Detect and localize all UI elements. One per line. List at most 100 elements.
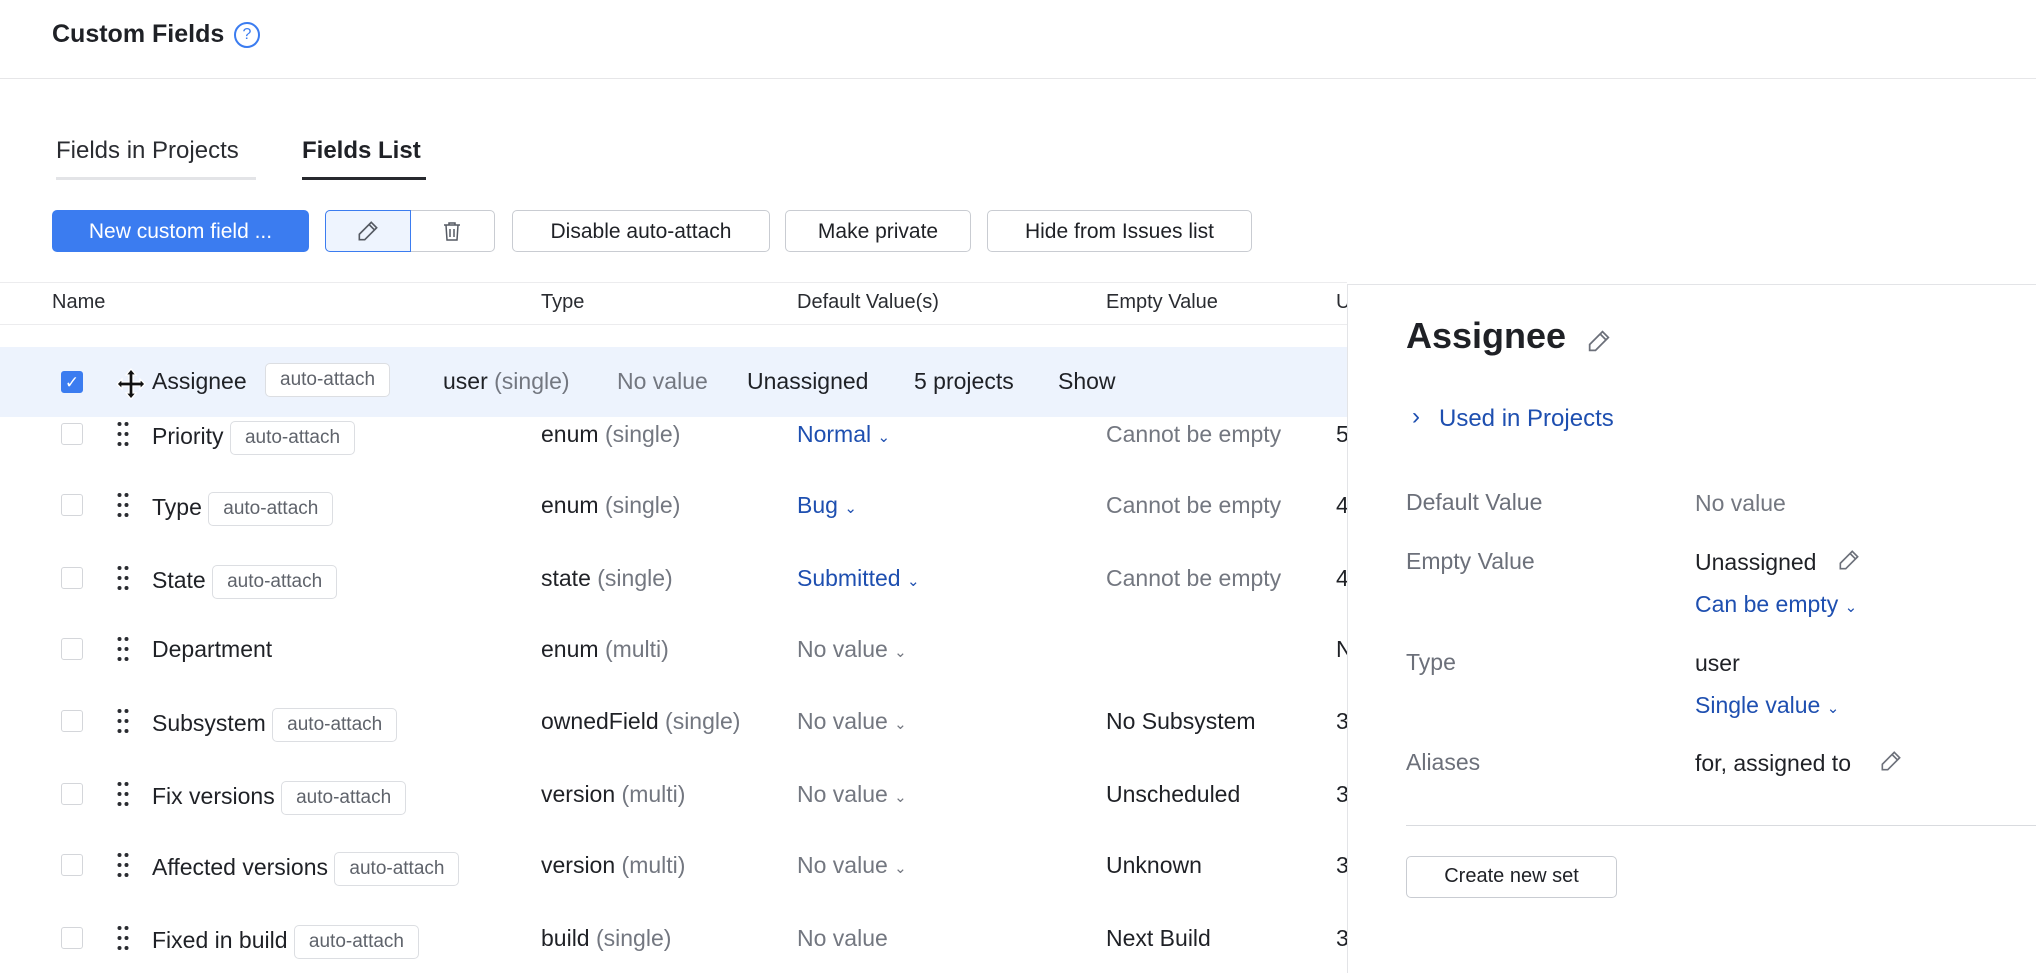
default-value-dropdown[interactable]: No value ⌄ xyxy=(797,636,907,663)
field-name: State xyxy=(152,567,206,593)
drag-handle-icon[interactable] xyxy=(117,852,129,878)
drag-handle-icon[interactable] xyxy=(117,708,129,734)
default-value-dropdown[interactable]: Normal ⌄ xyxy=(797,421,890,448)
default-value-dropdown[interactable]: No value ⌄ xyxy=(797,708,907,735)
type-label: Type xyxy=(1406,649,1456,676)
used-in-projects: 5 projects xyxy=(914,368,1014,395)
column-header-type[interactable]: Type xyxy=(541,291,584,314)
drag-handle-icon[interactable] xyxy=(117,421,129,447)
row-checkbox[interactable] xyxy=(61,567,83,589)
chevron-down-icon: ⌄ xyxy=(907,573,920,590)
disable-auto-attach-button[interactable]: Disable auto-attach xyxy=(512,210,770,252)
row-checkbox[interactable] xyxy=(61,494,83,516)
field-cardinality: (multi) xyxy=(605,636,669,662)
field-name: Affected versions xyxy=(152,854,328,880)
row-checkbox[interactable] xyxy=(61,927,83,949)
default-value[interactable]: No value xyxy=(1695,490,1786,517)
default-value: No value xyxy=(797,708,888,734)
field-name: Assignee xyxy=(152,368,247,395)
delete-button[interactable] xyxy=(411,211,495,251)
dragged-table-row[interactable]: ✓ Assignee auto-attach user (single) No … xyxy=(0,347,1347,417)
table-row[interactable]: Department enum (multi) No value ⌄ N xyxy=(0,632,1347,672)
drag-handle-icon[interactable] xyxy=(117,636,129,662)
field-cardinality: (single) xyxy=(494,368,569,394)
default-value-label: Default Value xyxy=(1406,489,1542,516)
auto-attach-badge: auto-attach xyxy=(272,708,397,742)
field-name: Department xyxy=(152,636,272,662)
trash-icon xyxy=(440,218,464,244)
field-details-panel: Assignee › Used in Projects Default Valu… xyxy=(1347,284,2036,973)
empty-value: Unassigned xyxy=(1695,549,1816,576)
field-cardinality: (single) xyxy=(596,925,671,951)
drag-handle-icon[interactable] xyxy=(117,925,129,951)
row-checkbox[interactable]: ✓ xyxy=(61,371,83,393)
help-icon[interactable]: ? xyxy=(234,22,260,48)
table-row[interactable]: State auto-attach state (single) Submitt… xyxy=(0,561,1347,601)
field-type: build xyxy=(541,925,590,951)
field-type: enum xyxy=(541,492,599,518)
tab-fields-list[interactable]: Fields List xyxy=(302,137,426,180)
chevron-down-icon: ⌄ xyxy=(844,500,857,517)
new-custom-field-button[interactable]: New custom field ... xyxy=(52,210,309,252)
pencil-icon[interactable] xyxy=(1836,547,1862,573)
empty-mode-label: Can be empty xyxy=(1695,591,1838,617)
row-checkbox[interactable] xyxy=(61,783,83,805)
default-value-dropdown[interactable]: No value ⌄ xyxy=(797,852,907,879)
auto-attach-badge: auto-attach xyxy=(212,565,337,599)
field-name: Fix versions xyxy=(152,783,275,809)
tab-fields-in-projects[interactable]: Fields in Projects xyxy=(56,137,256,180)
row-checkbox[interactable] xyxy=(61,638,83,660)
default-value: No value xyxy=(797,636,888,662)
auto-attach-badge: auto-attach xyxy=(208,492,333,526)
drag-handle-icon[interactable] xyxy=(117,781,129,807)
column-header-name[interactable]: Name xyxy=(52,291,105,314)
field-type: enum xyxy=(541,636,599,662)
row-checkbox[interactable] xyxy=(61,710,83,732)
pencil-icon[interactable] xyxy=(1585,327,1613,355)
type-mode-dropdown[interactable]: Single value ⌄ xyxy=(1695,692,1839,719)
edit-delete-group xyxy=(325,210,495,252)
empty-mode-dropdown[interactable]: Can be empty ⌄ xyxy=(1695,591,1857,618)
table-row[interactable]: Fix versions auto-attach version (multi)… xyxy=(0,777,1347,817)
pencil-icon[interactable] xyxy=(1878,748,1904,774)
table-row[interactable]: Subsystem auto-attach ownedField (single… xyxy=(0,704,1347,744)
table-row[interactable]: Affected versions auto-attach version (m… xyxy=(0,848,1347,888)
auto-attach-badge: auto-attach xyxy=(281,781,406,815)
table-row[interactable]: Type auto-attach enum (single) Bug ⌄ Can… xyxy=(0,488,1347,528)
default-value-dropdown[interactable]: Bug ⌄ xyxy=(797,492,857,519)
auto-attach-badge: auto-attach xyxy=(265,363,390,397)
field-name: Priority xyxy=(152,423,224,449)
row-checkbox[interactable] xyxy=(61,854,83,876)
field-cardinality: (multi) xyxy=(622,852,686,878)
field-cardinality: (single) xyxy=(597,565,672,591)
table-row[interactable]: Priority auto-attach enum (single) Norma… xyxy=(0,417,1347,457)
default-value-dropdown[interactable]: Submitted ⌄ xyxy=(797,565,920,592)
edit-button[interactable] xyxy=(325,210,411,252)
field-type: enum xyxy=(541,421,599,447)
create-new-set-button[interactable]: Create new set xyxy=(1406,856,1617,898)
drag-handle-icon[interactable] xyxy=(117,492,129,518)
field-type: version xyxy=(541,781,615,807)
column-header-empty[interactable]: Empty Value xyxy=(1106,291,1218,314)
field-name: Type xyxy=(152,494,202,520)
used-in-projects-toggle[interactable]: › xyxy=(1412,403,1420,431)
drag-handle-icon[interactable] xyxy=(117,565,129,591)
chevron-down-icon: ⌄ xyxy=(1827,700,1840,717)
type-mode-label: Single value xyxy=(1695,692,1820,718)
hide-from-issues-list-button[interactable]: Hide from Issues list xyxy=(987,210,1252,252)
page-title: Custom Fields xyxy=(52,20,224,49)
make-private-button[interactable]: Make private xyxy=(785,210,971,252)
chevron-down-icon: ⌄ xyxy=(894,716,907,733)
default-value-dropdown[interactable]: No value ⌄ xyxy=(797,781,907,808)
table-row[interactable]: Fixed in build auto-attach build (single… xyxy=(0,921,1347,961)
field-type: state xyxy=(541,565,591,591)
default-value: Normal xyxy=(797,421,871,447)
header-divider xyxy=(0,78,2036,79)
default-value-dropdown[interactable]: No value xyxy=(797,925,888,952)
row-checkbox[interactable] xyxy=(61,423,83,445)
chevron-down-icon: ⌄ xyxy=(894,860,907,877)
auto-attach-badge: auto-attach xyxy=(230,421,355,455)
column-header-default[interactable]: Default Value(s) xyxy=(797,291,939,314)
used-in-projects-link[interactable]: Used in Projects xyxy=(1439,405,1614,433)
default-value: Bug xyxy=(797,492,838,518)
